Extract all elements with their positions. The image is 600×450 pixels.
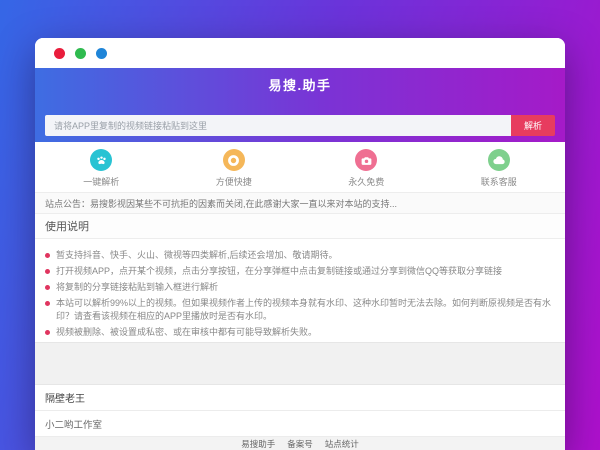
feature-one-click-parse[interactable]: 一键解析 — [35, 142, 168, 192]
parse-button[interactable]: 解析 — [511, 115, 555, 136]
spacer-block — [35, 342, 565, 385]
bullet-dot-icon — [45, 330, 50, 335]
link-label: 隔壁老王 — [45, 390, 85, 405]
browser-window: 易搜.助手 解析 一键解析 — [35, 38, 565, 450]
bullet-dot-icon — [45, 285, 50, 290]
footer-nav: 易搜助手 备案号 站点统计 — [235, 438, 365, 450]
feature-fast-convenient[interactable]: 方便快捷 — [168, 142, 301, 192]
instruction-text: 将复制的分享链接粘贴到输入框进行解析 — [56, 281, 218, 294]
link-label: 小二哟工作室 — [45, 417, 102, 431]
close-window-icon[interactable] — [54, 48, 65, 59]
search-row: 解析 — [45, 115, 555, 136]
bullet-dot-icon — [45, 253, 50, 258]
list-item: 视频被删除、被设置成私密、或在审核中都有可能导致解析失败。 — [45, 326, 553, 339]
list-item: 暂支持抖音、快手、火山、微视等四类解析,后续还会增加、敬请期待。 — [45, 249, 553, 262]
cloud-icon — [488, 149, 510, 171]
instruction-text: 视频被删除、被设置成私密、或在审核中都有可能导致解析失败。 — [56, 326, 317, 339]
site-title: 易搜.助手 — [35, 68, 565, 94]
feature-label: 方便快捷 — [216, 175, 252, 188]
footer-link-home[interactable]: 易搜助手 — [241, 438, 275, 450]
ring-icon — [223, 149, 245, 171]
camera-icon — [355, 149, 377, 171]
video-link-input[interactable] — [45, 115, 511, 136]
feature-label: 永久免费 — [348, 175, 384, 188]
footer-link-stats[interactable]: 站点统计 — [325, 438, 359, 450]
feature-label: 联系客服 — [481, 175, 517, 188]
friend-link-xiaoeryo-studio[interactable]: 小二哟工作室 — [35, 411, 565, 437]
header-banner: 易搜.助手 解析 — [35, 68, 565, 142]
feature-label: 一键解析 — [83, 175, 119, 188]
instructions-title: 使用说明 — [35, 214, 565, 239]
feature-row: 一键解析 方便快捷 永久免费 — [35, 142, 565, 193]
instruction-text: 暂支持抖音、快手、火山、微视等四类解析,后续还会增加、敬请期待。 — [56, 249, 338, 262]
footer-link-icp[interactable]: 备案号 — [287, 438, 313, 450]
feature-contact-support[interactable]: 联系客服 — [433, 142, 566, 192]
friend-link-gebilaowang[interactable]: 隔壁老王 — [35, 385, 565, 411]
list-item: 将复制的分享链接粘贴到输入框进行解析 — [45, 281, 553, 294]
maximize-window-icon[interactable] — [96, 48, 107, 59]
feature-free-forever[interactable]: 永久免费 — [300, 142, 433, 192]
instruction-text: 本站可以解析99%以上的视频。但如果视频作者上传的视频本身就有水印、这种水印暂时… — [56, 297, 553, 323]
bullet-dot-icon — [45, 269, 50, 274]
page-background: 易搜.助手 解析 一键解析 — [0, 0, 600, 450]
list-item: 本站可以解析99%以上的视频。但如果视频作者上传的视频本身就有水印、这种水印暂时… — [45, 297, 553, 323]
minimize-window-icon[interactable] — [75, 48, 86, 59]
paw-icon — [90, 149, 112, 171]
page-footer: 易搜助手 备案号 站点统计 解析结果归相关平台所有，易搜解析不拥有其版权。 — [35, 437, 565, 450]
site-announcement: 站点公告：易搜影视因某些不可抗拒的因素而关闭,在此感谢大家一直以来对本站的支持.… — [35, 193, 565, 214]
instruction-text: 打开视频APP，点开某个视频，点击分享按钮，在分享弹框中点击复制链接或通过分享到… — [56, 265, 502, 278]
window-titlebar — [35, 38, 565, 68]
bullet-dot-icon — [45, 301, 50, 306]
list-item: 打开视频APP，点开某个视频，点击分享按钮，在分享弹框中点击复制链接或通过分享到… — [45, 265, 553, 278]
instructions-list: 暂支持抖音、快手、火山、微视等四类解析,后续还会增加、敬请期待。 打开视频APP… — [35, 239, 565, 342]
